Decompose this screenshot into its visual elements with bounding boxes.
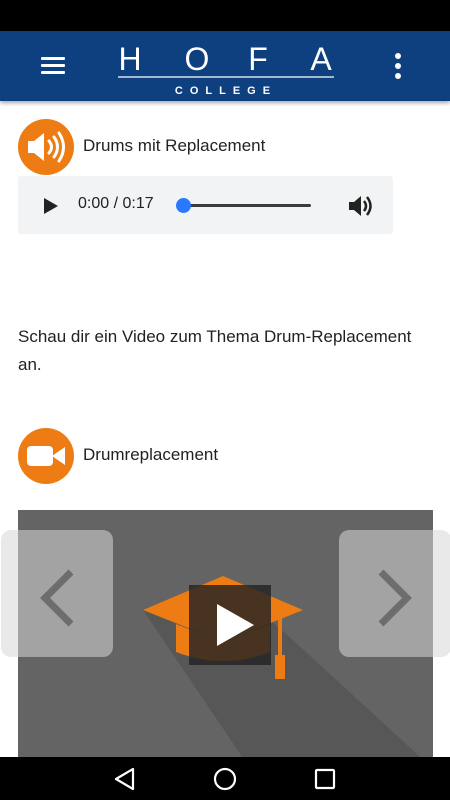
logo-letter-a: A [310, 41, 332, 77]
audio-section-header: Drums mit Replacement [18, 119, 418, 175]
logo-letter-o: O [185, 41, 210, 77]
chevron-left-icon [40, 569, 74, 627]
more-vertical-icon[interactable] [386, 51, 410, 81]
lesson-content: Drums mit Replacement 0:00 / 0:17 Schau … [0, 101, 450, 757]
audio-time-display: 0:00 / 0:17 [78, 195, 154, 212]
hamburger-menu-icon[interactable] [38, 53, 68, 79]
video-section-header: Drumreplacement [18, 428, 418, 484]
logo-letter-f: F [248, 41, 268, 77]
logo-subtitle: COLLEGE [175, 85, 277, 97]
chevron-right-icon [378, 569, 412, 627]
video-camera-icon [27, 446, 65, 466]
audio-player: 0:00 / 0:17 [18, 176, 393, 234]
lesson-description: Schau dir ein Video zum Thema Drum-Repla… [18, 327, 412, 374]
speaker-icon [28, 131, 65, 163]
app-bar: H O F A COLLEGE [0, 31, 450, 101]
logo-letter-h: H [118, 41, 141, 77]
system-navigation-bar [0, 757, 450, 800]
home-circle-icon[interactable] [211, 765, 239, 793]
hofa-college-logo: H O F A COLLEGE [118, 41, 334, 97]
volume-icon[interactable] [348, 193, 376, 219]
back-triangle-icon[interactable] [111, 765, 139, 793]
next-page-button[interactable] [339, 530, 450, 657]
audio-seek-bar[interactable] [183, 204, 311, 207]
play-icon[interactable] [40, 196, 60, 216]
audio-title: Drums mit Replacement [83, 136, 266, 155]
previous-page-button[interactable] [1, 530, 113, 657]
recents-square-icon[interactable] [311, 765, 339, 793]
video-title: Drumreplacement [83, 445, 219, 464]
audio-badge [18, 119, 74, 175]
video-badge [18, 428, 74, 484]
audio-seek-thumb[interactable] [176, 198, 191, 213]
status-bar [0, 0, 450, 31]
